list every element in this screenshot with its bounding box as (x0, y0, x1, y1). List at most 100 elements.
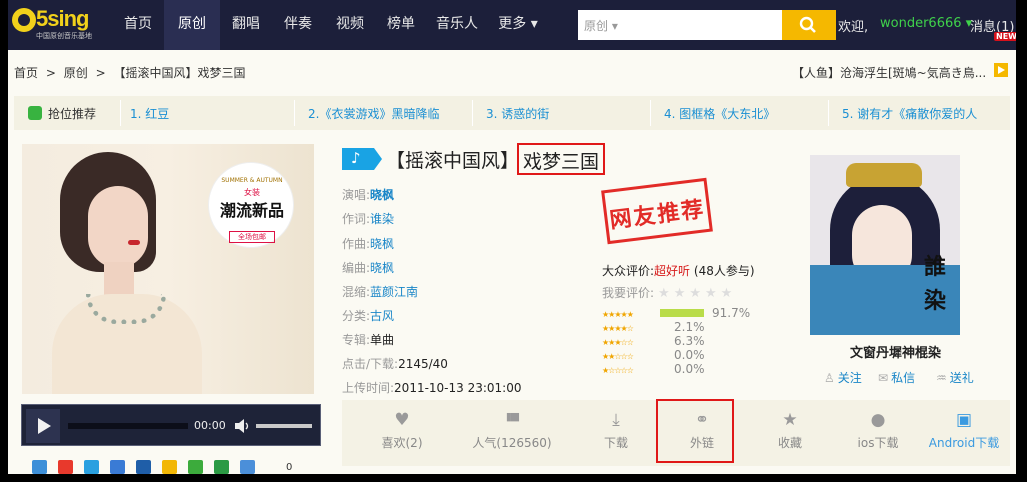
rate-star-icon[interactable]: ★ (674, 286, 686, 301)
field-label: 专辑: (342, 333, 371, 347)
nav-item-musicians[interactable]: 音乐人 (426, 0, 488, 50)
scrolling-news[interactable]: 【人鱼】沧海浮生[斑鳩~気高き鳥... (792, 64, 987, 81)
gift-label: 送礼 (949, 371, 974, 385)
ios-download-button[interactable]: ● ios下载 (836, 400, 920, 466)
download-button[interactable]: ⤓ 下载 (574, 400, 658, 466)
field-value-link[interactable]: 蓝颜江南 (370, 285, 418, 299)
welcome-text: 欢迎, (838, 20, 869, 35)
nav-item-original[interactable]: 原创 (164, 0, 220, 50)
share-tieba-icon[interactable] (110, 460, 125, 474)
message-button[interactable]: ✉ 私信 (878, 369, 915, 386)
favorite-label: 收藏 (777, 436, 802, 450)
breadcrumb-current: 【摇滚中国风】戏梦三国 (113, 66, 246, 80)
field-label: 演唱: (342, 188, 371, 202)
public-rating-count: (48人参与) (693, 264, 755, 278)
follow-label: 关注 (837, 371, 862, 385)
field-upload-time: 上传时间:2011-10-13 23:01:00 (342, 379, 522, 397)
field-label: 点击/下载: (342, 357, 399, 371)
recommend-item[interactable]: 3. 诱惑的街 (486, 105, 646, 123)
breadcrumb-original[interactable]: 原创 (64, 66, 88, 80)
rating-row-stars: ★★☆☆☆ (602, 352, 634, 361)
gift-button[interactable]: ♒ 送礼 (936, 369, 974, 386)
username-menu[interactable]: wonder6666 ▾ (880, 16, 972, 31)
nav-item-cover[interactable]: 翻唱 (220, 0, 272, 50)
artist-name[interactable]: 文窗丹墀神棍染 (850, 342, 941, 361)
field-value-link[interactable]: 古风 (370, 309, 394, 323)
stamp-text: 网友推荐 (608, 197, 707, 234)
apple-icon: ● (870, 410, 886, 430)
recommend-item[interactable]: 5. 谢有才《痛散你爱的人 (842, 105, 1006, 123)
recommend-item[interactable]: 1. 红豆 (130, 105, 290, 123)
rating-row-percent: 0.0% (674, 362, 705, 376)
nav-item-home[interactable]: 首页 (112, 0, 164, 50)
rating-row: ★★★★☆ 2.1% (602, 320, 705, 334)
divider (294, 100, 295, 126)
progress-bar[interactable] (68, 423, 188, 429)
volume-slider[interactable] (256, 424, 312, 428)
share-weibo-icon[interactable] (58, 460, 73, 474)
nav-item-accompaniment[interactable]: 伴奏 (272, 0, 324, 50)
recommend-item[interactable]: 2.《衣裳游戏》黑暗降临 (308, 105, 468, 123)
logo-text: 5sing (36, 6, 89, 31)
ad-badge-title: 潮流新品 (219, 203, 284, 220)
marquee-next-button[interactable] (994, 63, 1008, 77)
search-category-select[interactable]: 原创 ▾ (584, 17, 618, 34)
search-box[interactable]: 原创 ▾ (578, 10, 782, 40)
envelope-icon: ✉ (878, 371, 889, 385)
share-qzone-icon[interactable] (32, 460, 47, 474)
field-value-link[interactable]: 晓枫 (370, 261, 394, 275)
artist-calligraphy: 誰染 (924, 255, 947, 314)
volume-icon[interactable] (234, 418, 252, 434)
ad-badge-shipping: 全场包邮 (229, 231, 275, 243)
rate-star-icon[interactable]: ★ (721, 286, 733, 301)
share-more-icon[interactable] (240, 460, 255, 474)
nav-item-more[interactable]: 更多 ▾ (488, 0, 548, 50)
play-button[interactable] (26, 409, 60, 443)
rate-star-icon[interactable]: ★ (658, 286, 670, 301)
rating-row-stars: ★★★★☆ (602, 324, 634, 333)
search-button[interactable] (782, 10, 836, 40)
popularity-button[interactable]: ▮▮▮ 人气(126560) (470, 400, 554, 466)
favorite-button[interactable]: ★ 收藏 (748, 400, 832, 466)
share-renren-icon[interactable] (136, 460, 151, 474)
breadcrumb-separator: > (95, 66, 106, 80)
field-label: 分类: (342, 309, 371, 323)
site-logo[interactable]: 5sing 中国原创音乐基地 (12, 6, 104, 44)
ios-download-label: ios下载 (857, 436, 899, 450)
rating-row-percent: 91.7% (712, 306, 751, 320)
rating-row: ★★★☆☆ 6.3% (602, 334, 705, 348)
model-face (88, 186, 148, 268)
artist-crown (846, 163, 922, 187)
field-value-link[interactable]: 晓枫 (370, 188, 394, 202)
rating-row: ★★★★★ 91.7% (602, 306, 750, 320)
bar-chart-icon: ▮▮▮ (505, 410, 520, 423)
rate-star-icon[interactable]: ★ (705, 286, 717, 301)
field-value-link[interactable]: 晓枫 (370, 237, 394, 251)
rating-row-stars: ★★★★★ (602, 310, 634, 319)
field-value: 2011-10-13 23:01:00 (394, 381, 522, 395)
album-ad-image[interactable]: SUMMER & AUTUMN 女装 潮流新品 全场包邮 (22, 144, 314, 394)
share-kaixin-icon[interactable] (162, 460, 177, 474)
share-douban-icon[interactable] (214, 460, 229, 474)
nav-item-video[interactable]: 视频 (324, 0, 376, 50)
page: 5sing 中国原创音乐基地 首页 原创 翻唱 伴奏 视频 榜单 音乐人 更多 … (8, 0, 1016, 474)
rating-row-percent: 2.1% (674, 320, 705, 334)
breadcrumb-home[interactable]: 首页 (14, 66, 38, 80)
nav-item-charts[interactable]: 榜单 (376, 0, 426, 50)
field-value: 单曲 (370, 333, 395, 347)
follow-button[interactable]: ♙ 关注 (824, 369, 862, 386)
rate-star-icon[interactable]: ★ (689, 286, 701, 301)
gift-icon: ♒ (936, 371, 947, 385)
artist-avatar[interactable]: 誰染 (810, 155, 960, 335)
android-download-button[interactable]: ▣ Android下载 (922, 400, 1006, 466)
song-title: 戏梦三国 (517, 143, 606, 175)
field-value-link[interactable]: 谁染 (370, 212, 394, 226)
like-button[interactable]: ♥ 喜欢(2) (360, 400, 444, 466)
share-clover-icon[interactable] (188, 460, 203, 474)
logo-mark-icon (12, 8, 36, 32)
recommend-item[interactable]: 4. 图框格《大东北》 (664, 105, 824, 123)
field-album: 专辑:单曲 (342, 331, 394, 349)
share-tencent-icon[interactable] (84, 460, 99, 474)
field-composer: 作曲:晓枫 (342, 235, 394, 253)
android-download-label: Android下载 (928, 436, 1000, 450)
